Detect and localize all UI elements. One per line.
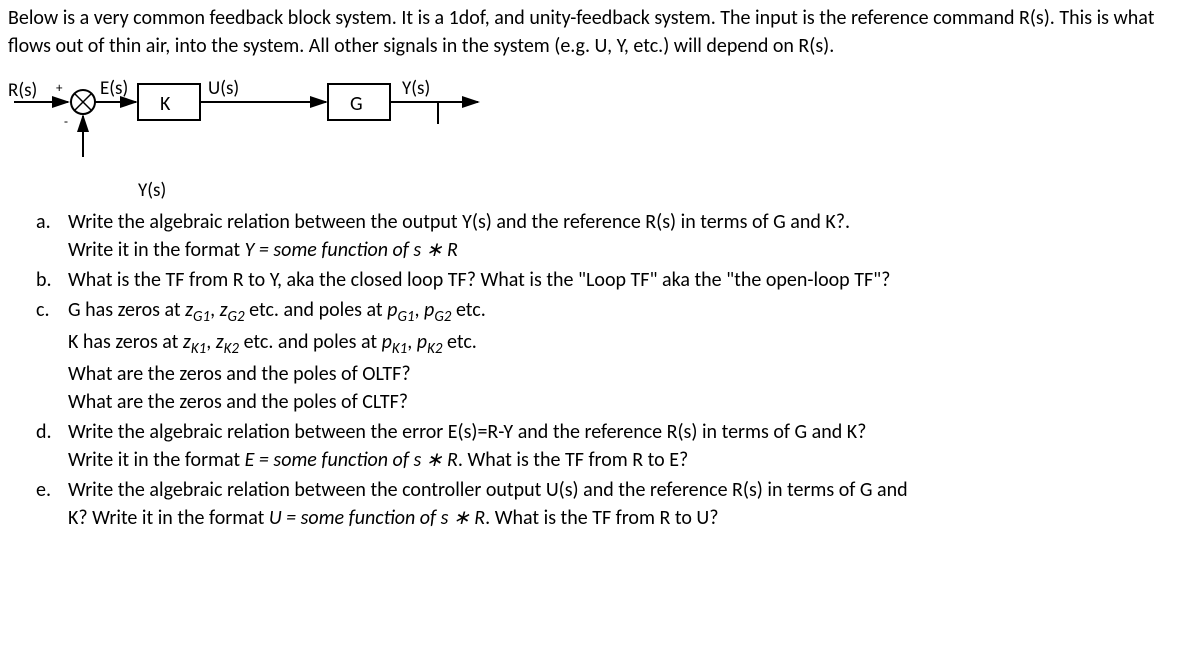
question-marker: a.	[36, 208, 68, 264]
question-marker: c.	[36, 296, 68, 416]
question-e: e. Write the algebraic relation between …	[36, 476, 1192, 532]
block-K-label: K	[160, 90, 170, 118]
text-fragment: etc. and poles at	[245, 298, 388, 322]
text-fragment: ,	[210, 298, 220, 322]
question-line: Write it in the format E = some function…	[68, 446, 1192, 474]
question-a: a. Write the algebraic relation between …	[36, 208, 1192, 264]
math-sub: K1	[191, 340, 206, 358]
math-sub: G2	[228, 308, 245, 326]
block-G-label: G	[350, 90, 363, 118]
question-marker: d.	[36, 418, 68, 474]
math-var: z	[185, 298, 193, 322]
text-fragment: K has zeros at	[68, 330, 183, 354]
math-var: z	[220, 298, 228, 322]
text-fragment: Write it in the format	[68, 238, 245, 262]
block-diagram: R(s) + - E(s) K U(s) G Y(s) Y(s)	[8, 72, 1192, 202]
question-line: K has zeros at zK1, zK2 etc. and poles a…	[68, 328, 1192, 360]
question-line: Write it in the format Y = some function…	[68, 236, 1192, 264]
math-var: p	[382, 330, 392, 354]
text-fragment: etc.	[451, 298, 485, 322]
math-expression: E = some function of s ∗ R	[245, 448, 458, 472]
math-var: z	[183, 330, 191, 354]
question-line: G has zeros at zG1, zG2 etc. and poles a…	[68, 296, 1192, 328]
sum-minus: -	[64, 114, 68, 132]
text-fragment: K? Write it in the format	[68, 506, 269, 530]
block-diagram-svg	[8, 72, 508, 202]
question-line: K? Write it in the format U = some funct…	[68, 504, 1192, 532]
signal-Y-feedback: Y(s)	[138, 178, 166, 205]
text-fragment: ,	[206, 330, 216, 354]
text-fragment: . What is the TF from R to E?	[458, 448, 688, 472]
question-c: c. G has zeros at zG1, zG2 etc. and pole…	[36, 296, 1192, 416]
question-line: What are the zeros and the poles of OLTF…	[68, 360, 1192, 388]
text-fragment: ,	[407, 330, 417, 354]
question-line: Write the algebraic relation between the…	[68, 418, 1192, 446]
math-var: p	[387, 298, 397, 322]
math-var: z	[216, 330, 224, 354]
math-sub: K1	[392, 340, 407, 358]
math-sub: G1	[193, 308, 210, 326]
question-marker: e.	[36, 476, 68, 532]
math-sub: K2	[427, 340, 442, 358]
signal-Y: Y(s)	[402, 76, 430, 103]
question-line: What is the TF from R to Y, aka the clos…	[68, 266, 1192, 294]
question-d: d. Write the algebraic relation between …	[36, 418, 1192, 474]
signal-E: E(s)	[100, 76, 128, 103]
signal-R: R(s)	[8, 78, 37, 105]
sum-plus: +	[56, 80, 62, 98]
question-list: a. Write the algebraic relation between …	[36, 208, 1192, 532]
signal-U: U(s)	[208, 76, 239, 103]
math-expression: Y = some function of s ∗ R	[245, 238, 458, 262]
question-marker: b.	[36, 266, 68, 294]
math-var: p	[417, 330, 427, 354]
math-sub: K2	[224, 340, 239, 358]
math-var: p	[424, 298, 434, 322]
intro-paragraph: Below is a very common feedback block sy…	[8, 4, 1192, 60]
text-fragment: etc. and poles at	[239, 330, 382, 354]
text-fragment: etc.	[443, 330, 477, 354]
text-fragment: ,	[415, 298, 425, 322]
question-line: What are the zeros and the poles of CLTF…	[68, 388, 1192, 416]
text-fragment: G has zeros at	[68, 298, 185, 322]
math-sub: G2	[434, 308, 451, 326]
text-fragment: Write it in the format	[68, 448, 245, 472]
question-b: b. What is the TF from R to Y, aka the c…	[36, 266, 1192, 294]
question-line: Write the algebraic relation between the…	[68, 208, 1192, 236]
math-expression: U = some function of s ∗ R	[269, 506, 485, 530]
math-sub: G1	[397, 308, 414, 326]
question-line: Write the algebraic relation between the…	[68, 476, 1192, 504]
text-fragment: . What is the TF from R to U?	[485, 506, 718, 530]
